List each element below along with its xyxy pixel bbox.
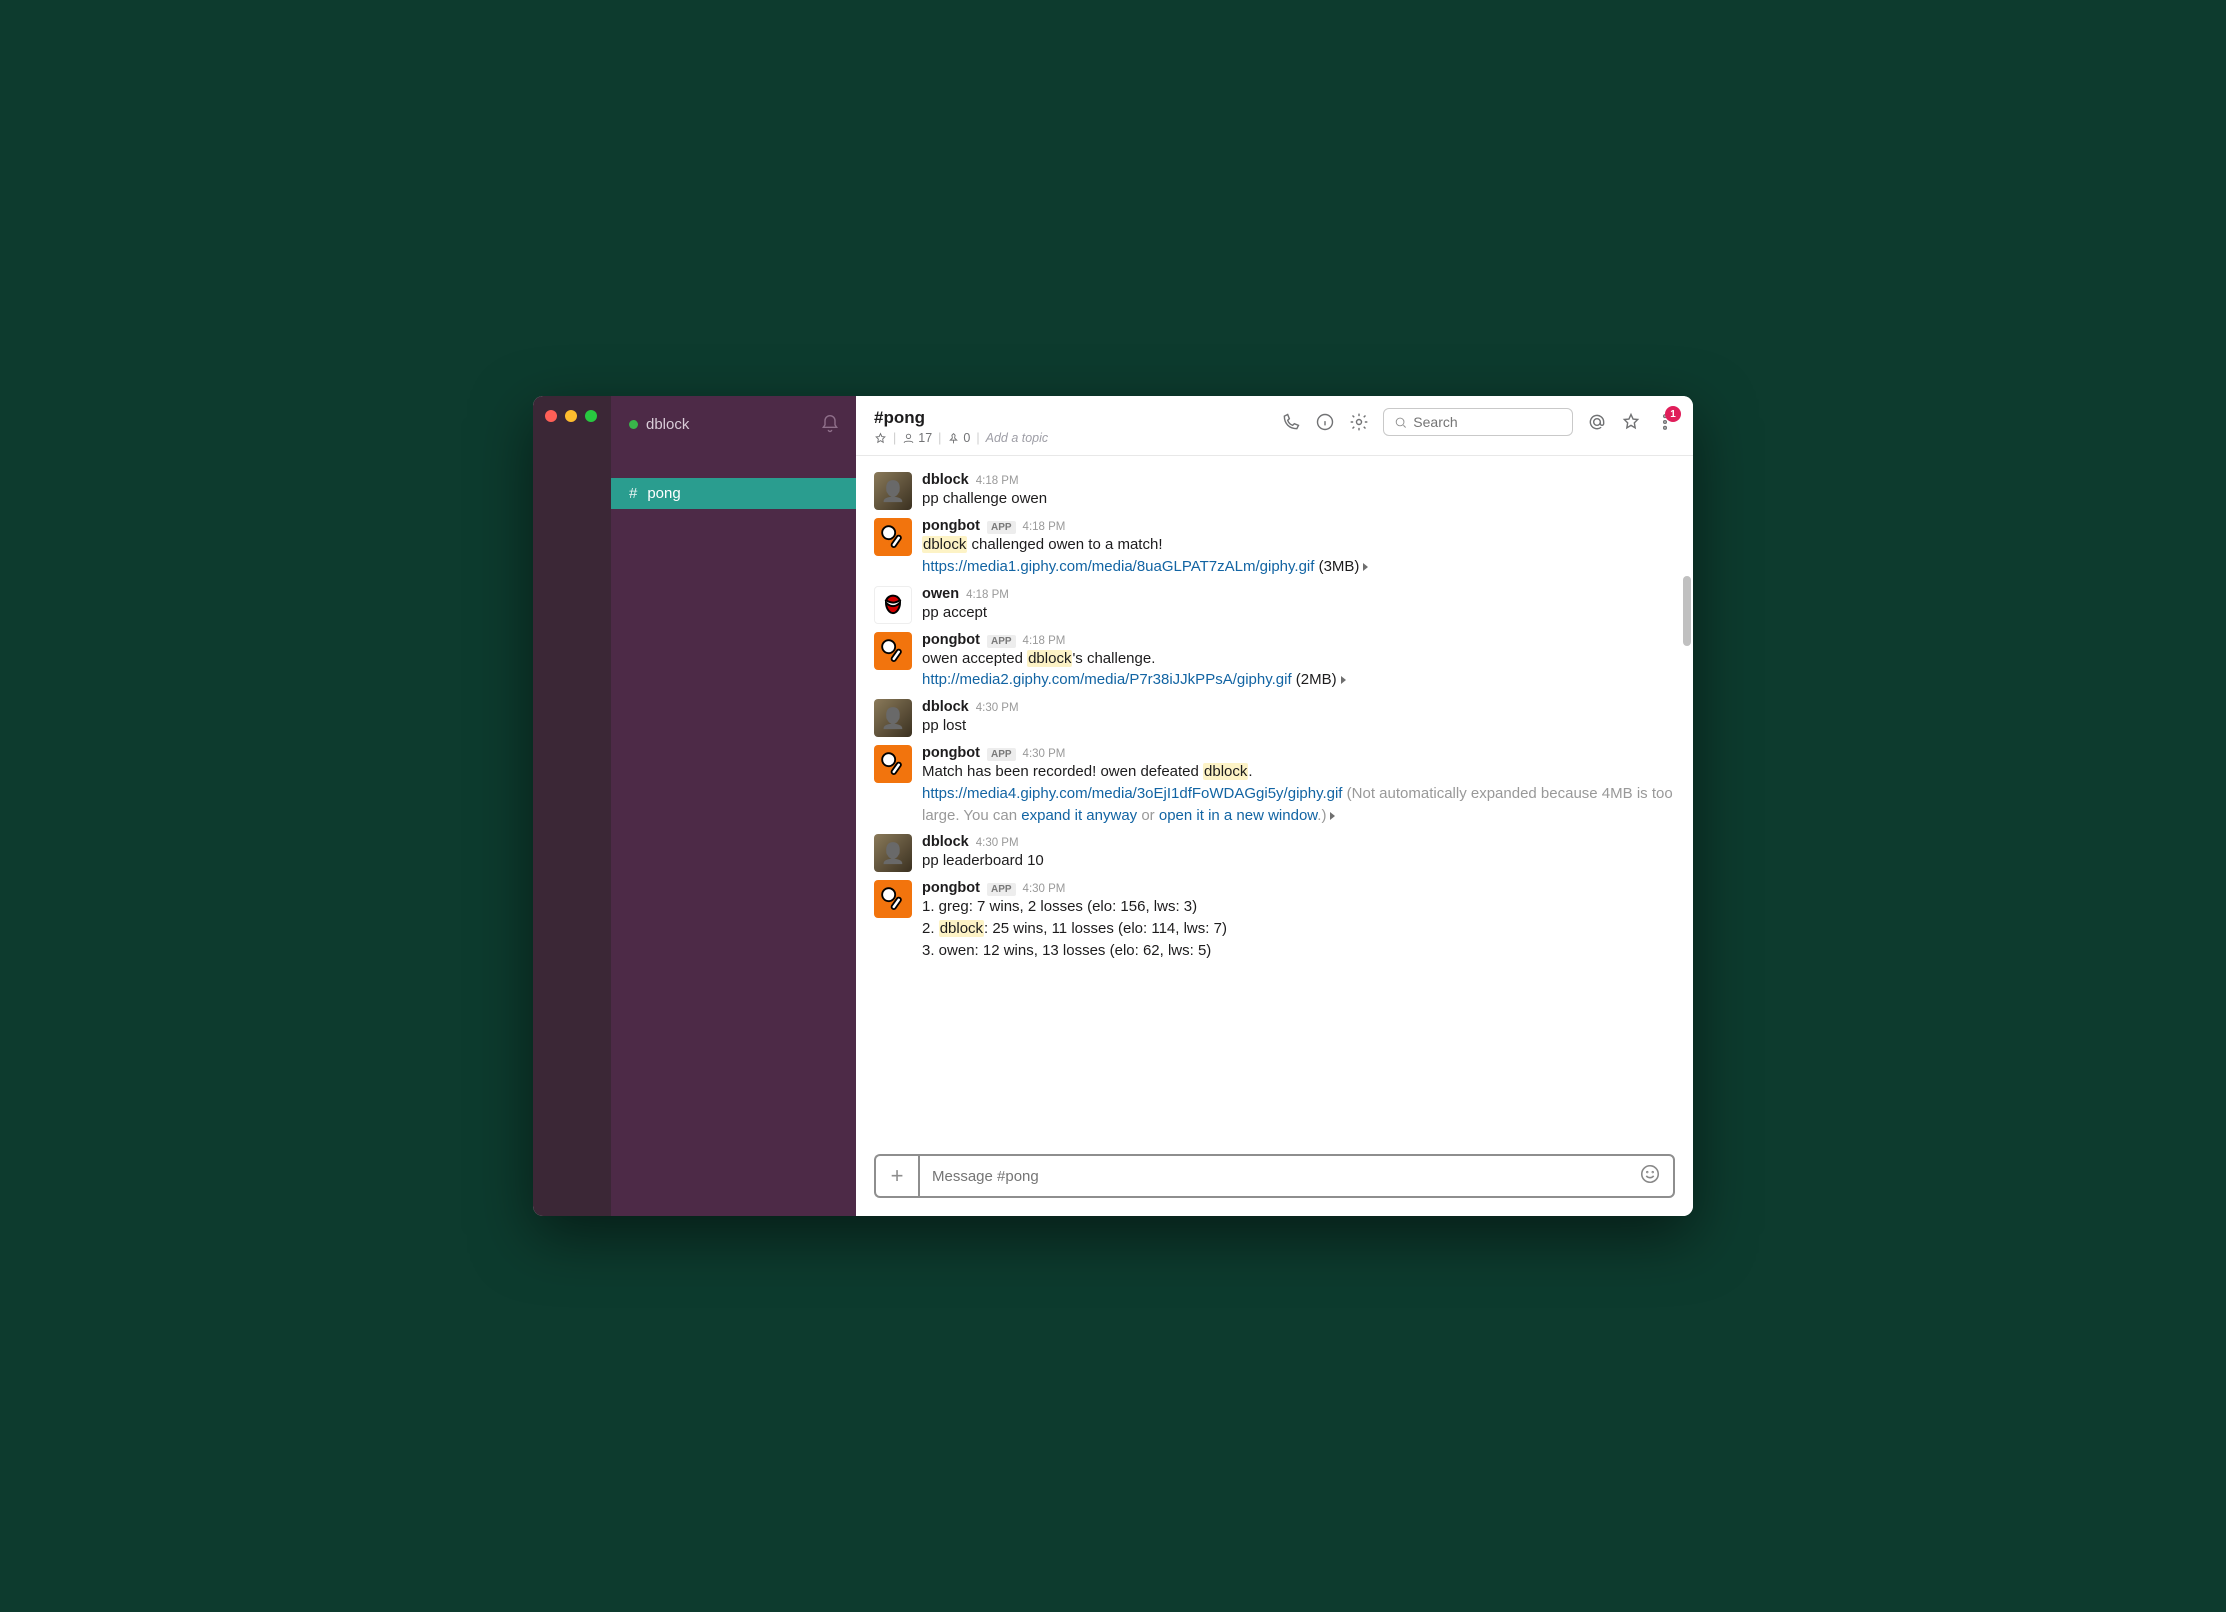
minimize-window-button[interactable] (565, 410, 577, 422)
workspace-switcher[interactable]: dblock (629, 416, 689, 433)
composer-row: + (856, 1154, 1693, 1216)
avatar[interactable] (874, 834, 912, 872)
message-timestamp: 4:18 PM (976, 475, 1019, 487)
message-username[interactable]: pongbot (922, 745, 980, 761)
avatar[interactable] (874, 518, 912, 556)
avatar[interactable] (874, 880, 912, 918)
message-input[interactable] (932, 1168, 1639, 1185)
channel-sidebar: dblock # pong (611, 396, 856, 1216)
message: pongbot APP 4:18 PMowen accepted dblock's … (856, 628, 1693, 696)
message-line: Match has been recorded! owen defeated d… (922, 761, 1675, 783)
message-line: https://media4.giphy.com/media/3oEjI1dfF… (922, 783, 1675, 827)
channel-title: #pong (874, 408, 1263, 428)
close-window-button[interactable] (545, 410, 557, 422)
message-username[interactable]: pongbot (922, 632, 980, 648)
message-line: dblock challenged owen to a match! (922, 534, 1675, 556)
message: dblock 4:18 PMpp challenge owen (856, 468, 1693, 514)
message-line: owen accepted dblock's challenge. (922, 648, 1675, 670)
scrollbar-thumb[interactable] (1683, 576, 1691, 646)
attach-button[interactable]: + (874, 1154, 918, 1198)
message-line: http://media2.giphy.com/media/P7r38iJJkP… (922, 669, 1675, 691)
link[interactable]: open it in a new window (1159, 807, 1317, 824)
maximize-window-button[interactable] (585, 410, 597, 422)
message: dblock 4:30 PMpp leaderboard 10 (856, 830, 1693, 876)
channel-list: # pong (611, 448, 856, 509)
message-username[interactable]: owen (922, 586, 959, 602)
expand-caret-icon[interactable] (1330, 812, 1335, 820)
window-controls (533, 396, 611, 436)
avatar[interactable] (874, 632, 912, 670)
link[interactable]: https://media4.giphy.com/media/3oEjI1dfF… (922, 785, 1342, 802)
message-line: 2. dblock: 25 wins, 11 losses (elo: 114,… (922, 918, 1675, 940)
message-line: pp accept (922, 602, 1675, 624)
message-username[interactable]: dblock (922, 472, 969, 488)
message-timestamp: 4:30 PM (976, 702, 1019, 714)
message-username[interactable]: dblock (922, 834, 969, 850)
pin-count[interactable]: 0 (947, 431, 970, 445)
message: pongbot APP 4:18 PMdblock challenged owen … (856, 514, 1693, 582)
notification-badge: 1 (1665, 406, 1681, 422)
workspace-name: dblock (646, 416, 689, 433)
message-line: 1. greg: 7 wins, 2 losses (elo: 156, lws… (922, 896, 1675, 918)
app-badge: APP (987, 521, 1016, 534)
avatar[interactable] (874, 745, 912, 783)
message-line: pp leaderboard 10 (922, 850, 1675, 872)
expand-caret-icon[interactable] (1363, 563, 1368, 571)
message-timestamp: 4:30 PM (1023, 748, 1066, 760)
message-timestamp: 4:18 PM (966, 589, 1009, 601)
emoji-icon[interactable] (1639, 1163, 1661, 1190)
add-topic-link[interactable]: Add a topic (986, 431, 1049, 445)
star-channel-icon[interactable] (874, 432, 887, 445)
app-badge: APP (987, 883, 1016, 896)
call-icon[interactable] (1281, 412, 1301, 432)
avatar[interactable] (874, 472, 912, 510)
message: dblock 4:30 PMpp lost (856, 695, 1693, 741)
message: pongbot APP 4:30 PM1. greg: 7 wins, 2 loss… (856, 876, 1693, 965)
message: owen 4:18 PMpp accept (856, 582, 1693, 628)
message-username[interactable]: pongbot (922, 518, 980, 534)
channel-header: #pong | 17 | 0 | Add a (856, 396, 1693, 456)
link[interactable]: http://media2.giphy.com/media/P7r38iJJkP… (922, 671, 1292, 688)
message-composer[interactable] (918, 1154, 1675, 1198)
hash-icon: # (629, 485, 637, 502)
message: pongbot APP 4:30 PMMatch has been recorded… (856, 741, 1693, 830)
presence-indicator (629, 420, 638, 429)
message-line: 3. owen: 12 wins, 13 losses (elo: 62, lw… (922, 940, 1675, 962)
app-window: dblock #pong #pong | 17 (533, 396, 1693, 1216)
more-menu-icon[interactable]: 1 (1655, 412, 1675, 432)
main-panel: #pong | 17 | 0 | Add a (856, 396, 1693, 1216)
message-list[interactable]: dblock4:18 PMpp challenge owenpongbotAPP… (856, 456, 1693, 1154)
workspace-rail (533, 396, 611, 1216)
star-icon[interactable] (1621, 412, 1641, 432)
link[interactable]: expand it anyway (1021, 807, 1137, 824)
member-count[interactable]: 17 (902, 431, 932, 445)
message-username[interactable]: pongbot (922, 880, 980, 896)
settings-icon[interactable] (1349, 412, 1369, 432)
message-line: pp challenge owen (922, 488, 1675, 510)
message-line: https://media1.giphy.com/media/8uaGLPAT7… (922, 556, 1675, 578)
app-badge: APP (987, 635, 1016, 648)
search-input[interactable] (1413, 414, 1562, 430)
message-timestamp: 4:30 PM (976, 837, 1019, 849)
avatar[interactable] (874, 586, 912, 624)
message-timestamp: 4:30 PM (1023, 883, 1066, 895)
message-timestamp: 4:18 PM (1023, 635, 1066, 647)
info-icon[interactable] (1315, 412, 1335, 432)
expand-caret-icon[interactable] (1341, 676, 1346, 684)
avatar[interactable] (874, 699, 912, 737)
app-badge: APP (987, 748, 1016, 761)
link[interactable]: https://media1.giphy.com/media/8uaGLPAT7… (922, 558, 1314, 575)
channel-label: pong (647, 485, 680, 502)
message-username[interactable]: dblock (922, 699, 969, 715)
message-line: pp lost (922, 715, 1675, 737)
message-timestamp: 4:18 PM (1023, 521, 1066, 533)
notifications-icon[interactable] (820, 414, 840, 434)
mentions-icon[interactable] (1587, 412, 1607, 432)
sidebar-channel-pong[interactable]: # pong (611, 478, 856, 509)
search-box[interactable] (1383, 408, 1573, 436)
